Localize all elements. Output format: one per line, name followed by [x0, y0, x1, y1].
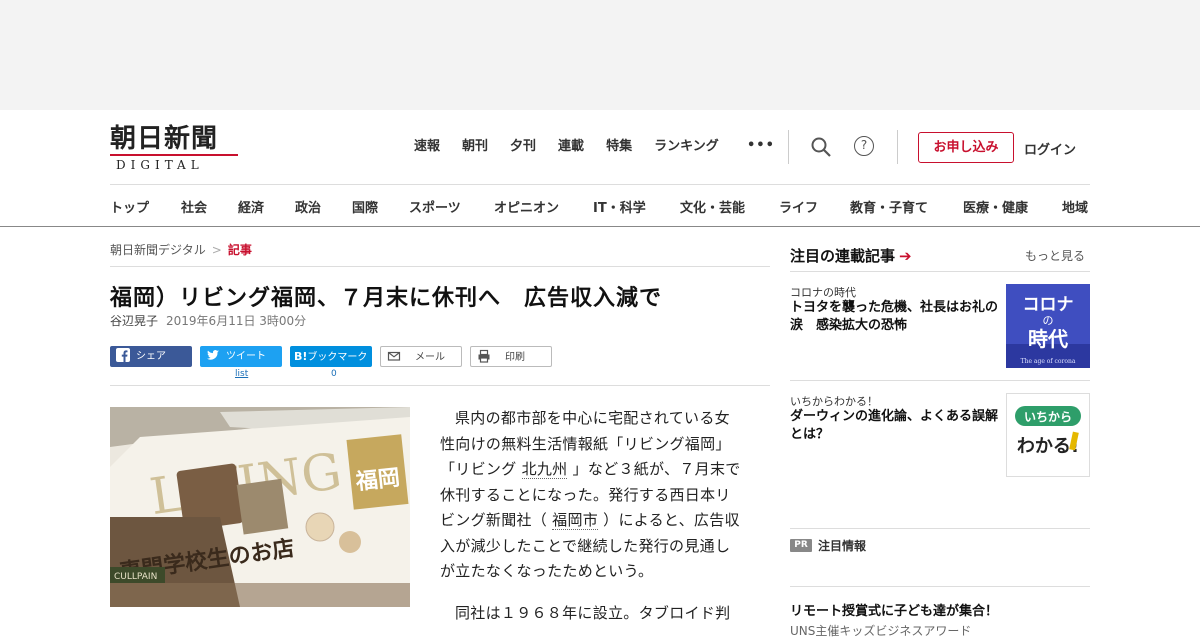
- topnav-item-yuukan[interactable]: 夕刊: [510, 138, 536, 156]
- print-button[interactable]: 印刷: [470, 346, 552, 367]
- ad-banner-area: [0, 0, 1200, 110]
- print-icon: [478, 349, 490, 363]
- newspaper-photo-illustration: 福岡 LIVING 専門学校生のお店 CULLPAIN: [110, 407, 410, 607]
- category-economy[interactable]: 経済: [238, 197, 264, 216]
- hatena-icon: B!: [294, 350, 308, 363]
- category-it-science[interactable]: IT・科学: [593, 197, 646, 216]
- twitter-share-button[interactable]: ツイート: [200, 346, 282, 367]
- category-politics[interactable]: 政治: [295, 197, 321, 216]
- header-divider-line: [110, 184, 1090, 185]
- place-link-kitakyushu[interactable]: 北九州: [521, 460, 568, 479]
- article-photo[interactable]: 福岡 LIVING 専門学校生のお店 CULLPAIN: [110, 407, 410, 607]
- twitter-icon: [207, 350, 219, 360]
- logo-main-text: 朝日新聞: [110, 124, 219, 154]
- thumb-caption-text: The age of corona: [1021, 358, 1076, 365]
- topnav-item-ranking[interactable]: ランキング: [654, 138, 719, 156]
- thumb-no-text: の: [1043, 314, 1054, 327]
- mail-icon: [387, 351, 401, 361]
- search-icon[interactable]: [810, 136, 832, 158]
- arrow-right-icon: ➔: [899, 247, 912, 265]
- topnav-item-sokuho[interactable]: 速報: [414, 138, 440, 156]
- article-date: 2019年6月11日 3時00分: [166, 314, 307, 328]
- sidebar-divider: [790, 380, 1090, 381]
- pr-item-subtitle[interactable]: UNS主催キッズビジネスアワード: [790, 622, 971, 639]
- mail-share-button[interactable]: メール: [380, 346, 462, 367]
- site-header: 朝日新聞 DIGITAL 速報 朝刊 夕刊 連載 特集 ランキング ••• ? …: [0, 110, 1200, 185]
- category-top[interactable]: トップ: [110, 197, 149, 216]
- article-body: 県内の都市部を中心に宅配されている女性向けの無料生活情報紙「リビング福岡」「リビ…: [440, 406, 745, 642]
- category-culture[interactable]: 文化・芸能: [680, 197, 745, 216]
- sidebar-item-category[interactable]: いちからわかる！: [790, 393, 878, 409]
- topnav-item-tokushu[interactable]: 特集: [606, 138, 632, 156]
- subscribe-button[interactable]: お申し込み: [918, 132, 1014, 163]
- category-local[interactable]: 地域: [1062, 197, 1088, 216]
- category-education[interactable]: 教育・子育て: [850, 197, 928, 216]
- ichikara-series-thumbnail[interactable]: いちから わかる!: [1006, 393, 1090, 477]
- header-divider: [788, 130, 789, 164]
- facebook-icon: [116, 348, 130, 362]
- place-link-fukuoka[interactable]: 福岡市: [552, 511, 599, 530]
- sidebar-divider: [790, 528, 1090, 529]
- breadcrumb-separator: >: [211, 243, 222, 257]
- category-society[interactable]: 社会: [181, 197, 207, 216]
- article-title: 福岡）リビング福岡、７月末に休刊へ 広告収入減で: [110, 286, 663, 311]
- mail-share-label: メール: [415, 352, 445, 363]
- top-navigation: 速報 朝刊 夕刊 連載 特集 ランキング: [414, 138, 741, 156]
- thumb-jidai-text: 時代: [1028, 327, 1068, 351]
- sidebar-divider: [790, 271, 1090, 272]
- more-menu-icon[interactable]: •••: [747, 138, 775, 153]
- print-label: 印刷: [505, 352, 525, 363]
- header-divider: [897, 130, 898, 164]
- article-author: 谷辺晃子: [110, 314, 159, 328]
- topnav-item-choukan[interactable]: 朝刊: [462, 138, 488, 156]
- logo-red-line: [110, 154, 238, 156]
- site-logo[interactable]: 朝日新聞 DIGITAL: [110, 124, 240, 172]
- category-life[interactable]: ライフ: [779, 197, 818, 216]
- hatena-bookmark-button[interactable]: B!ブックマーク: [290, 346, 372, 367]
- category-international[interactable]: 国際: [352, 197, 378, 216]
- category-navigation: トップ 社会 経済 政治 国際 スポーツ オピニオン IT・科学 文化・芸能 ラ…: [110, 197, 1100, 217]
- breadcrumb-current[interactable]: 記事: [228, 243, 252, 257]
- category-bottom-line: [0, 226, 1200, 227]
- login-link[interactable]: ログイン: [1024, 139, 1076, 158]
- divider: [110, 385, 770, 386]
- photo-corner-label: CULLPAIN: [114, 572, 157, 582]
- breadcrumb: 朝日新聞デジタル > 記事: [110, 241, 252, 258]
- sidebar-item-category[interactable]: コロナの時代: [790, 284, 856, 300]
- sidebar-item-title[interactable]: ダーウィンの進化論、よくある誤解とは？: [790, 408, 1002, 444]
- facebook-share-button[interactable]: シェア: [110, 346, 192, 367]
- twitter-share-label: ツイート: [226, 351, 266, 362]
- category-sports[interactable]: スポーツ: [409, 197, 461, 216]
- breadcrumb-home[interactable]: 朝日新聞デジタル: [110, 243, 206, 257]
- hatena-count: 0: [331, 369, 337, 379]
- topnav-item-rensai[interactable]: 連載: [558, 138, 584, 156]
- sidebar-item-title[interactable]: トヨタを襲った危機、社長はお礼の涙 感染拡大の恐怖: [790, 299, 1002, 335]
- twitter-list-link[interactable]: list: [235, 369, 248, 379]
- logo-sub-text: DIGITAL: [116, 158, 204, 172]
- more-link[interactable]: もっと見る: [1025, 247, 1085, 264]
- photo-city-text: 福岡: [354, 465, 401, 496]
- article-paragraph: 同社は１９６８年に設立。タブロイド判: [455, 603, 731, 622]
- divider: [110, 266, 770, 267]
- hatena-bookmark-label: ブックマーク: [307, 352, 368, 363]
- thumb-corona-text: コロナ: [1023, 295, 1074, 315]
- corona-series-thumbnail[interactable]: コロナ の 時代 The age of corona: [1006, 284, 1090, 368]
- article-paragraph: 県内の都市部を中心に宅配されている女性向けの無料生活情報紙「リビング福岡」「リビ…: [440, 406, 745, 585]
- pr-item-title[interactable]: リモート授賞式に子ども達が集合！: [790, 600, 998, 619]
- help-icon-glyph: ?: [854, 136, 874, 156]
- featured-series-title: 注目の連載記事: [790, 247, 896, 265]
- pr-section-label: 注目情報: [818, 539, 867, 553]
- help-icon[interactable]: ?: [854, 136, 876, 158]
- sidebar-divider: [790, 586, 1090, 587]
- category-opinion[interactable]: オピニオン: [494, 197, 559, 216]
- featured-series-heading[interactable]: 注目の連載記事 ➔: [790, 245, 912, 266]
- category-health[interactable]: 医療・健康: [963, 197, 1028, 216]
- facebook-share-label: シェア: [136, 351, 166, 362]
- article-byline: 谷辺晃子 2019年6月11日 3時00分: [110, 312, 306, 329]
- thumb-ichikara-text: いちから: [1024, 410, 1072, 424]
- pr-badge: PR: [790, 539, 812, 552]
